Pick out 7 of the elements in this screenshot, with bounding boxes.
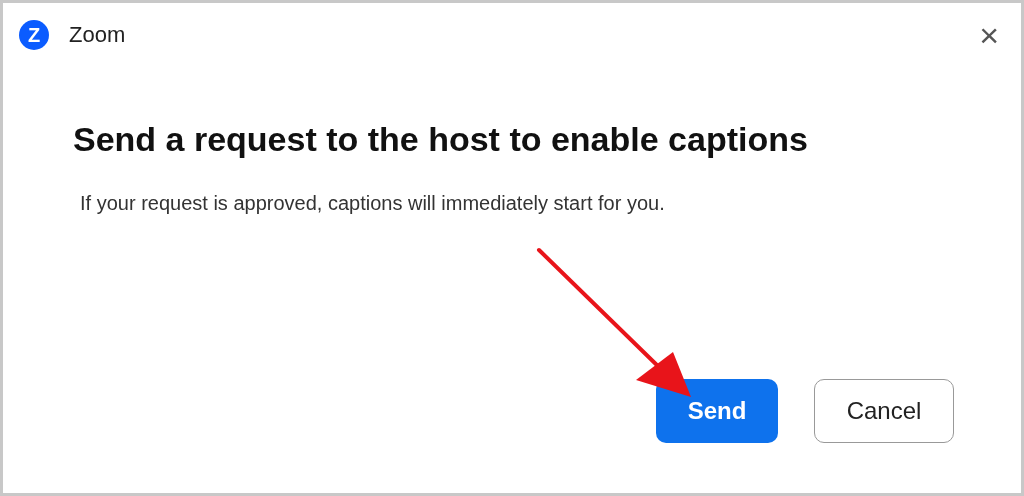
- zoom-logo-icon: Z: [19, 20, 49, 50]
- dialog-message: If your request is approved, captions will immediately start for you.: [80, 192, 666, 215]
- close-button[interactable]: ×: [975, 18, 1003, 52]
- send-button[interactable]: Send: [656, 379, 778, 443]
- dialog-heading: Send a request to the host to enable captions: [73, 119, 809, 160]
- window-title: Zoom: [69, 22, 126, 48]
- cancel-button[interactable]: Cancel: [814, 379, 954, 443]
